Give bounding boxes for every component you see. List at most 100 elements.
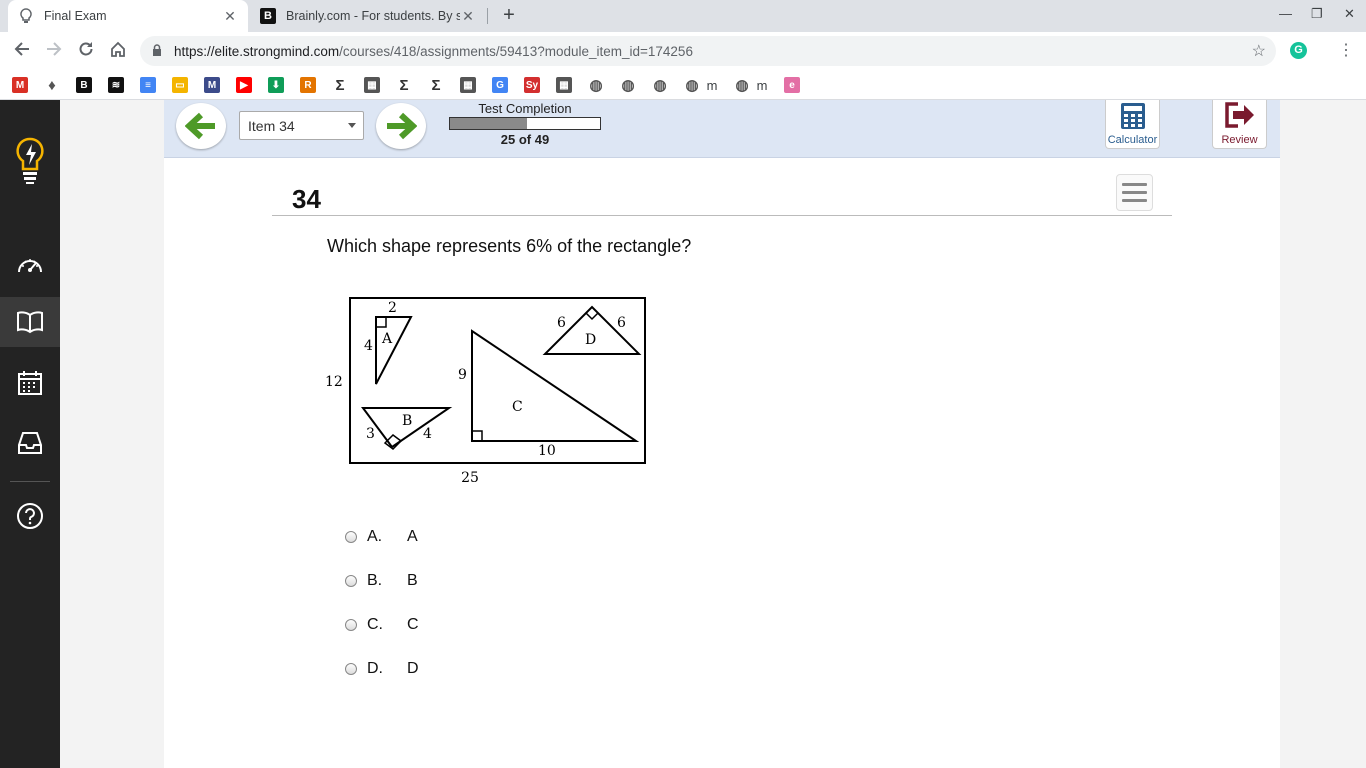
grammarly-icon[interactable]: G bbox=[1290, 42, 1307, 59]
inbox-icon[interactable] bbox=[0, 418, 60, 468]
bookmark-star-icon[interactable]: ☆ bbox=[1252, 41, 1266, 61]
c-height-label: 9 bbox=[458, 367, 467, 383]
rect-height-label: 12 bbox=[325, 374, 343, 390]
reload-icon[interactable] bbox=[75, 40, 97, 62]
globe-icon[interactable]: ◍ bbox=[652, 77, 668, 94]
mathway-icon[interactable]: M bbox=[204, 77, 220, 93]
home-icon[interactable] bbox=[107, 40, 129, 62]
radio-button[interactable] bbox=[345, 663, 357, 675]
bookmarks-bar: M ♦ B ≋ ≡ ▭ M ▶ ⬇ R Σ ▦ Σ Σ ▦ G Sy ▦ ◍ ◍ ◍ ◍ m ◍ m e bbox=[0, 70, 1366, 100]
sidebar-divider bbox=[10, 481, 50, 482]
tab-divider bbox=[487, 8, 488, 24]
app-sidebar bbox=[0, 100, 60, 768]
forward-icon[interactable] bbox=[43, 40, 65, 62]
test-toolbar: Item 34 Test Completion 25 of 49 Calcula… bbox=[164, 100, 1280, 158]
sigma-icon[interactable]: Σ bbox=[428, 77, 444, 94]
globe-icon[interactable]: ◍ bbox=[684, 77, 700, 94]
browser-toolbar: https://elite.strongmind.com/courses/418… bbox=[0, 32, 1366, 70]
globe-icon[interactable]: ◍ bbox=[734, 77, 750, 94]
calculator-button[interactable]: Calculator bbox=[1105, 100, 1160, 149]
calculator-icon[interactable]: ▦ bbox=[556, 77, 572, 93]
tab-final-exam[interactable]: Final Exam ✕ bbox=[8, 0, 248, 32]
progress-fill bbox=[450, 118, 527, 129]
progress-count: 25 of 49 bbox=[500, 132, 550, 147]
d-right-label: 6 bbox=[617, 315, 626, 331]
radio-button[interactable] bbox=[345, 575, 357, 587]
new-tab-button[interactable]: + bbox=[498, 4, 520, 28]
right-arrow-icon bbox=[387, 112, 417, 140]
ext-icon[interactable]: e bbox=[784, 77, 800, 93]
sigma-icon[interactable]: Σ bbox=[332, 77, 348, 94]
slides-icon[interactable]: ▭ bbox=[172, 77, 188, 93]
d-left-label: 6 bbox=[557, 315, 566, 331]
r-icon[interactable]: R bbox=[300, 77, 316, 93]
choice-letter: D. bbox=[367, 660, 383, 677]
choice-letter: A. bbox=[367, 528, 383, 545]
page-gutter-right bbox=[1280, 100, 1366, 768]
restore-icon[interactable]: ❐ bbox=[1311, 6, 1323, 22]
address-bar[interactable]: https://elite.strongmind.com/courses/418… bbox=[140, 36, 1276, 66]
question-text: Which shape represents 6% of the rectang… bbox=[327, 236, 692, 256]
choice-text: A bbox=[407, 528, 418, 545]
next-item-button[interactable] bbox=[376, 103, 426, 149]
close-window-icon[interactable]: ✕ bbox=[1344, 6, 1355, 22]
choice-text: C bbox=[407, 616, 419, 633]
choice-c[interactable]: C. C bbox=[345, 614, 419, 636]
more-menu-icon[interactable]: ⋮ bbox=[1338, 40, 1354, 60]
back-icon[interactable] bbox=[11, 40, 33, 62]
a-top-label: 2 bbox=[388, 300, 397, 316]
calculator-label: Calculator bbox=[1107, 134, 1158, 146]
close-tab-icon[interactable]: ✕ bbox=[460, 8, 476, 25]
sigma-icon[interactable]: Σ bbox=[396, 77, 412, 94]
previous-item-button[interactable] bbox=[176, 103, 226, 149]
tab-title: Brainly.com - For students. By st bbox=[286, 9, 460, 23]
calc-icon[interactable]: ▦ bbox=[364, 77, 380, 93]
dashboard-icon[interactable] bbox=[0, 240, 60, 290]
spotify-icon[interactable]: ≋ bbox=[108, 77, 124, 93]
radio-button[interactable] bbox=[345, 619, 357, 631]
question-divider bbox=[272, 215, 1172, 216]
calendar-icon[interactable] bbox=[0, 358, 60, 408]
question-menu-button[interactable] bbox=[1116, 174, 1153, 211]
choice-text: B bbox=[407, 572, 418, 589]
youtube-icon[interactable]: ▶ bbox=[236, 77, 252, 93]
hamburger-icon-bar bbox=[1122, 199, 1147, 202]
c-base-label: 10 bbox=[538, 443, 556, 459]
bookmark-label[interactable]: m bbox=[704, 77, 720, 93]
lightbulb-icon[interactable]: ♦ bbox=[44, 77, 60, 94]
b-name-label: B bbox=[402, 413, 412, 429]
tab-brainly[interactable]: B Brainly.com - For students. By st ✕ bbox=[250, 0, 486, 32]
translate-icon[interactable]: G bbox=[492, 77, 508, 93]
hamburger-icon-bar bbox=[1122, 183, 1147, 186]
globe-icon[interactable]: ◍ bbox=[620, 77, 636, 94]
close-tab-icon[interactable]: ✕ bbox=[222, 8, 238, 25]
radio-button[interactable] bbox=[345, 531, 357, 543]
calculator-icon[interactable]: ▦ bbox=[460, 77, 476, 93]
a-side-label: 4 bbox=[364, 338, 373, 354]
symbolab-icon[interactable]: Sy bbox=[524, 77, 540, 93]
tab-title: Final Exam bbox=[44, 9, 107, 23]
progress-bar bbox=[449, 117, 601, 130]
minimize-icon[interactable]: — bbox=[1279, 6, 1292, 21]
gmail-icon[interactable]: M bbox=[12, 77, 28, 93]
choice-b[interactable]: B. B bbox=[345, 570, 418, 592]
item-select-value: Item 34 bbox=[248, 118, 295, 134]
review-button[interactable]: Review bbox=[1212, 100, 1267, 149]
docs-icon[interactable]: ≡ bbox=[140, 77, 156, 93]
left-arrow-icon bbox=[185, 112, 215, 140]
choice-text: D bbox=[407, 660, 419, 677]
bookmark-label[interactable]: m bbox=[754, 77, 770, 93]
strongmind-logo-icon[interactable] bbox=[0, 130, 60, 192]
c-name-label: C bbox=[512, 399, 523, 415]
calculator-icon bbox=[1120, 103, 1145, 129]
exit-arrow-icon bbox=[1224, 102, 1254, 128]
choice-a[interactable]: A. A bbox=[345, 526, 418, 548]
help-icon[interactable] bbox=[0, 491, 60, 541]
b-left-label: 3 bbox=[366, 426, 375, 442]
courses-book-icon[interactable] bbox=[0, 297, 60, 347]
brainly-icon[interactable]: B bbox=[76, 77, 92, 93]
choice-d[interactable]: D. D bbox=[345, 658, 419, 680]
item-select-dropdown[interactable]: Item 34 bbox=[239, 111, 364, 140]
globe-icon[interactable]: ◍ bbox=[588, 77, 604, 94]
download-icon[interactable]: ⬇ bbox=[268, 77, 284, 93]
